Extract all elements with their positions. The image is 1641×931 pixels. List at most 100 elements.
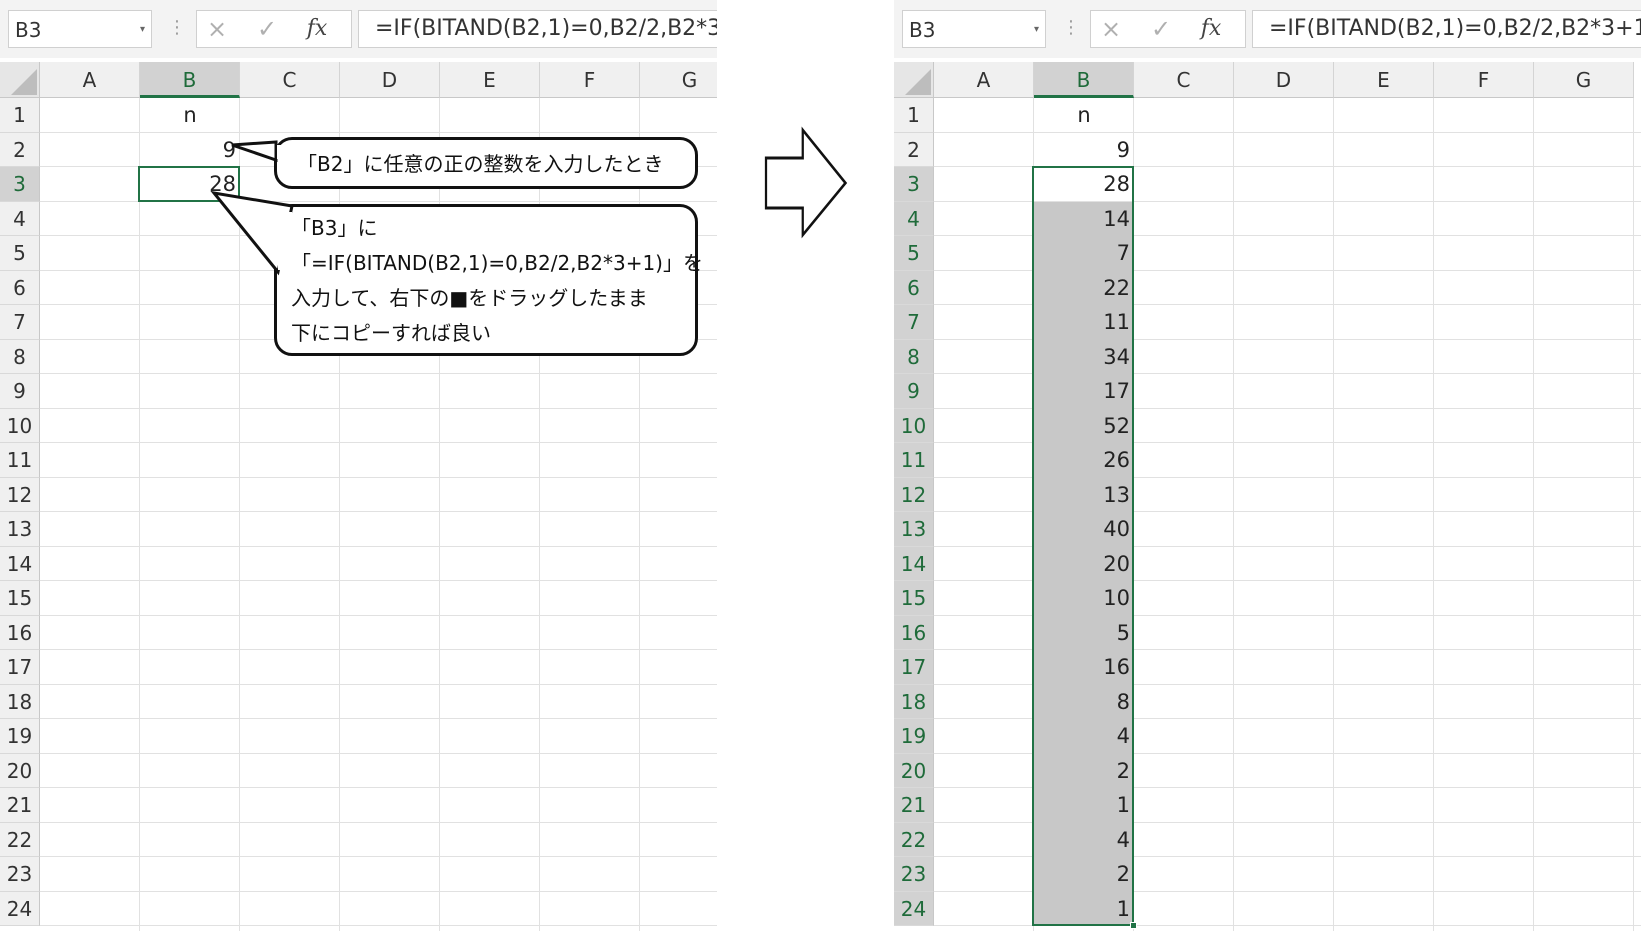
right-spreadsheet-panel: B3 ▾ ⋮ × ✓ fx =IF(BITAND(B2,1)=0,B2/2,B2… <box>894 0 1641 931</box>
cell-b1[interactable]: n <box>140 98 240 133</box>
row-header-6[interactable]: 6 <box>0 270 40 305</box>
column-header-e[interactable]: E <box>440 62 540 98</box>
row-header-24[interactable]: 24 <box>0 891 40 926</box>
row-header-19[interactable]: 19 <box>894 719 934 754</box>
row-header-19[interactable]: 19 <box>0 719 40 754</box>
row-header-16[interactable]: 16 <box>894 615 934 650</box>
select-all-icon <box>905 69 931 95</box>
row-header-23[interactable]: 23 <box>894 857 934 892</box>
gridline-horizontal <box>40 407 717 409</box>
formula-input[interactable]: =IF(BITAND(B2,1)=0,B2/2,B2*3+1) <box>358 10 717 48</box>
name-box-value: B3 <box>15 18 42 42</box>
column-header-d[interactable]: D <box>1234 62 1334 98</box>
row-header-9[interactable]: 9 <box>894 374 934 409</box>
enter-icon[interactable]: ✓ <box>1141 11 1181 47</box>
name-box[interactable]: B3 ▾ <box>902 10 1046 48</box>
row-header-14[interactable]: 14 <box>0 546 40 581</box>
callout-b2-text: 「B2」に任意の正の整数を入力したとき <box>297 152 664 176</box>
enter-icon[interactable]: ✓ <box>247 11 287 47</box>
column-header-f[interactable]: F <box>1434 62 1534 98</box>
column-header-f[interactable]: F <box>540 62 640 98</box>
row-header-2[interactable]: 2 <box>0 132 40 167</box>
row-header-23[interactable]: 23 <box>0 857 40 892</box>
arrow-right-icon <box>764 126 848 239</box>
row-header-4[interactable]: 4 <box>0 201 40 236</box>
row-header-13[interactable]: 13 <box>894 512 934 547</box>
name-box[interactable]: B3 ▾ <box>8 10 152 48</box>
column-header-c[interactable]: C <box>240 62 340 98</box>
row-header-1[interactable]: 1 <box>0 98 40 133</box>
row-header-20[interactable]: 20 <box>0 753 40 788</box>
gridline-horizontal <box>40 890 717 892</box>
fill-handle[interactable] <box>236 197 243 205</box>
row-header-2[interactable]: 2 <box>894 132 934 167</box>
row-header-11[interactable]: 11 <box>0 443 40 478</box>
column-header-e[interactable]: E <box>1334 62 1434 98</box>
dropdown-icon[interactable]: ▾ <box>140 11 145 49</box>
gridline-horizontal <box>40 373 717 374</box>
row-header-8[interactable]: 8 <box>0 339 40 374</box>
gridline-vertical <box>1433 98 1434 931</box>
row-header-21[interactable]: 21 <box>0 788 40 823</box>
insert-function-icon[interactable]: fx <box>297 11 337 47</box>
select-all-corner[interactable] <box>0 62 40 98</box>
row-header-17[interactable]: 17 <box>0 650 40 685</box>
column-header-a[interactable]: A <box>40 62 140 98</box>
more-options-icon[interactable]: ⋮ <box>168 10 186 48</box>
row-header-17[interactable]: 17 <box>894 650 934 685</box>
column-header-g[interactable]: G <box>1534 62 1634 98</box>
column-header-g[interactable]: G <box>640 62 717 98</box>
row-header-1[interactable]: 1 <box>894 98 934 133</box>
fill-handle[interactable] <box>1130 922 1137 929</box>
select-all-corner[interactable] <box>894 62 934 98</box>
row-header-18[interactable]: 18 <box>0 684 40 719</box>
column-header-a[interactable]: A <box>934 62 1034 98</box>
row-header-21[interactable]: 21 <box>894 788 934 823</box>
column-header-b[interactable]: B <box>1034 62 1134 98</box>
cancel-icon[interactable]: × <box>1091 11 1131 47</box>
formula-input[interactable]: =IF(BITAND(B2,1)=0,B2/2,B2*3+1) <box>1252 10 1641 48</box>
row-header-9[interactable]: 9 <box>0 374 40 409</box>
row-header-15[interactable]: 15 <box>0 581 40 616</box>
row-header-22[interactable]: 22 <box>0 822 40 857</box>
row-header-3[interactable]: 3 <box>0 167 40 202</box>
left-spreadsheet-panel: B3 ▾ ⋮ × ✓ fx =IF(BITAND(B2,1)=0,B2/2,B2… <box>0 0 717 931</box>
column-header-b[interactable]: B <box>140 62 240 98</box>
row-header-7[interactable]: 7 <box>0 305 40 340</box>
insert-function-icon[interactable]: fx <box>1191 11 1231 47</box>
row-header-18[interactable]: 18 <box>894 684 934 719</box>
row-header-20[interactable]: 20 <box>894 753 934 788</box>
cell-b2[interactable]: 9 <box>140 133 240 168</box>
gridline-horizontal <box>40 442 717 443</box>
gridline-horizontal <box>40 718 717 719</box>
row-header-6[interactable]: 6 <box>894 270 934 305</box>
row-header-11[interactable]: 11 <box>894 443 934 478</box>
cancel-icon[interactable]: × <box>197 11 237 47</box>
row-header-22[interactable]: 22 <box>894 822 934 857</box>
row-header-7[interactable]: 7 <box>894 305 934 340</box>
row-header-4[interactable]: 4 <box>894 201 934 236</box>
row-header-15[interactable]: 15 <box>894 581 934 616</box>
cell-b2[interactable]: 9 <box>1034 133 1134 168</box>
cell-b1[interactable]: n <box>1034 98 1134 133</box>
column-header-d[interactable]: D <box>340 62 440 98</box>
column-header-c[interactable]: C <box>1134 62 1234 98</box>
dropdown-icon[interactable]: ▾ <box>1034 11 1039 49</box>
row-header-12[interactable]: 12 <box>0 477 40 512</box>
gridline-vertical <box>139 98 140 931</box>
row-header-10[interactable]: 10 <box>894 408 934 443</box>
selection-border <box>1032 166 1134 926</box>
row-header-3[interactable]: 3 <box>894 167 934 202</box>
formula-buttons: × ✓ fx <box>196 10 352 48</box>
row-header-10[interactable]: 10 <box>0 408 40 443</box>
row-header-8[interactable]: 8 <box>894 339 934 374</box>
gridline-vertical <box>1633 98 1634 931</box>
row-header-13[interactable]: 13 <box>0 512 40 547</box>
more-options-icon[interactable]: ⋮ <box>1062 10 1080 48</box>
row-header-24[interactable]: 24 <box>894 891 934 926</box>
row-header-5[interactable]: 5 <box>894 236 934 271</box>
row-header-12[interactable]: 12 <box>894 477 934 512</box>
row-header-14[interactable]: 14 <box>894 546 934 581</box>
row-header-5[interactable]: 5 <box>0 236 40 271</box>
row-header-16[interactable]: 16 <box>0 615 40 650</box>
